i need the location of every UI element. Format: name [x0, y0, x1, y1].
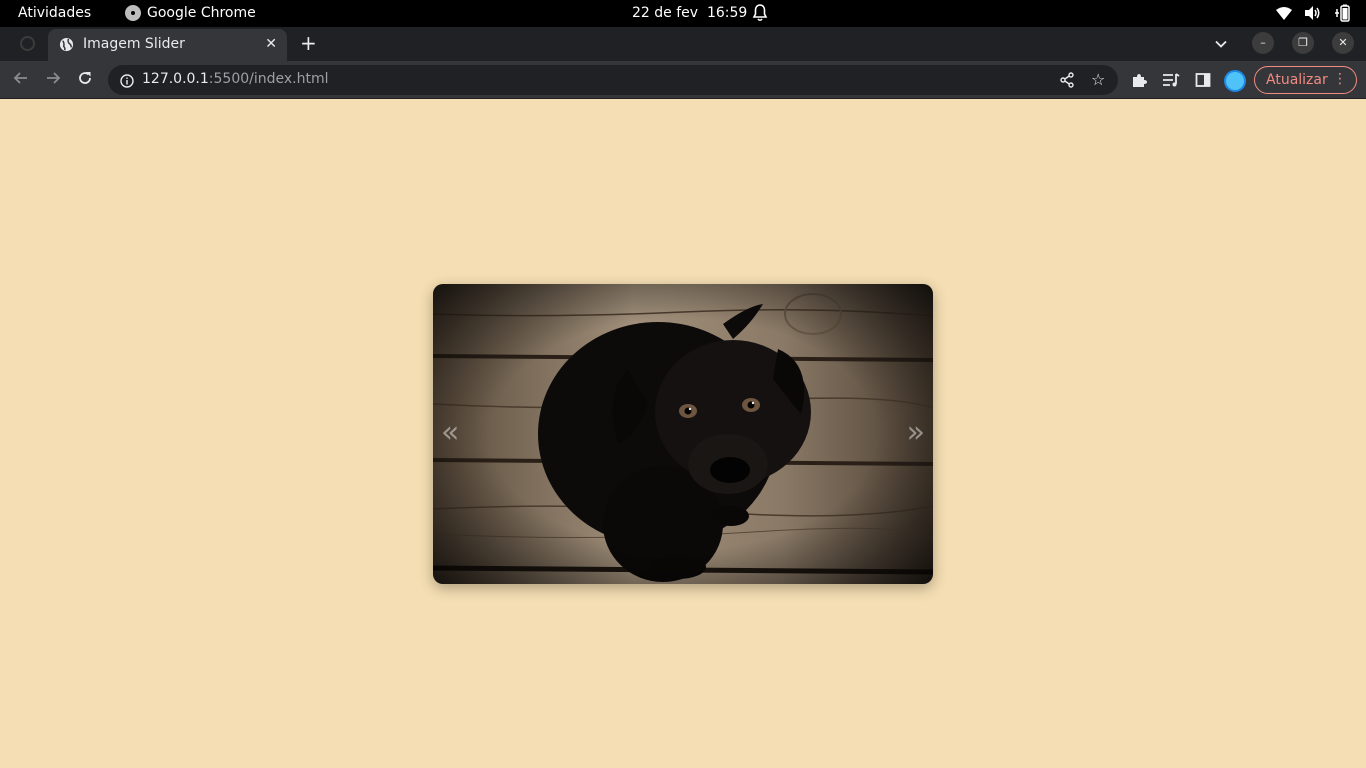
tab-search-icon[interactable] — [1215, 35, 1227, 54]
new-tab-button[interactable]: + — [300, 32, 317, 54]
info-icon[interactable] — [120, 73, 134, 92]
address-bar[interactable]: 127.0.0.1:5500/index.html ☆ — [108, 65, 1118, 95]
app-menu[interactable]: Google Chrome — [125, 5, 256, 21]
next-slide-button[interactable]: » — [907, 416, 925, 450]
tab-imagem-slider[interactable]: Imagem Slider ✕ — [48, 29, 287, 61]
url-path: :5500/index.html — [208, 71, 329, 87]
chrome-icon — [125, 5, 141, 21]
clock-time: 16:59 — [706, 5, 748, 21]
prev-slide-button[interactable]: « — [441, 416, 459, 450]
extensions-icon[interactable] — [1131, 72, 1147, 92]
forward-icon[interactable] — [45, 70, 61, 90]
menu-dots-icon: ⋮ — [1333, 71, 1347, 87]
bell-icon[interactable] — [752, 4, 768, 26]
update-button[interactable]: Atualizar ⋮ — [1254, 66, 1357, 94]
side-panel-icon[interactable] — [1195, 72, 1211, 92]
profile-avatar[interactable] — [1224, 70, 1246, 92]
close-tab-icon[interactable]: ✕ — [265, 36, 277, 52]
clock[interactable]: 22 de fev 16:59 — [632, 5, 747, 21]
browser-toolbar: 127.0.0.1:5500/index.html ☆ Atualizar ⋮ — [0, 61, 1366, 99]
volume-icon — [1304, 5, 1322, 25]
activities-button[interactable]: Atividades — [18, 5, 91, 21]
reading-list-icon[interactable] — [1162, 72, 1180, 92]
minimize-button[interactable]: – — [1252, 32, 1274, 54]
update-label: Atualizar — [1266, 72, 1328, 88]
maximize-button[interactable]: ❐ — [1292, 32, 1314, 54]
share-icon[interactable] — [1060, 72, 1074, 92]
puppy-photo — [433, 284, 933, 584]
globe-icon — [59, 37, 74, 56]
image-slider: « » — [433, 284, 933, 584]
system-top-bar: Atividades Google Chrome 22 de fev 16:59 — [0, 0, 1366, 27]
tab-title: Imagem Slider — [83, 36, 185, 52]
system-tray[interactable] — [1276, 4, 1350, 26]
star-icon[interactable]: ☆ — [1091, 70, 1105, 89]
tab-groups-icon[interactable] — [20, 36, 35, 51]
url-host: 127.0.0.1 — [142, 71, 209, 87]
battery-icon — [1334, 4, 1350, 26]
close-window-button[interactable]: ✕ — [1332, 32, 1354, 54]
app-name: Google Chrome — [147, 5, 256, 21]
tab-strip: Imagem Slider ✕ + – ❐ ✕ — [0, 27, 1366, 61]
reload-icon[interactable] — [77, 70, 93, 90]
wifi-icon — [1276, 6, 1292, 24]
url-text[interactable]: 127.0.0.1:5500/index.html — [142, 71, 329, 87]
clock-date: 22 de fev — [632, 5, 699, 21]
back-icon[interactable] — [13, 70, 29, 90]
